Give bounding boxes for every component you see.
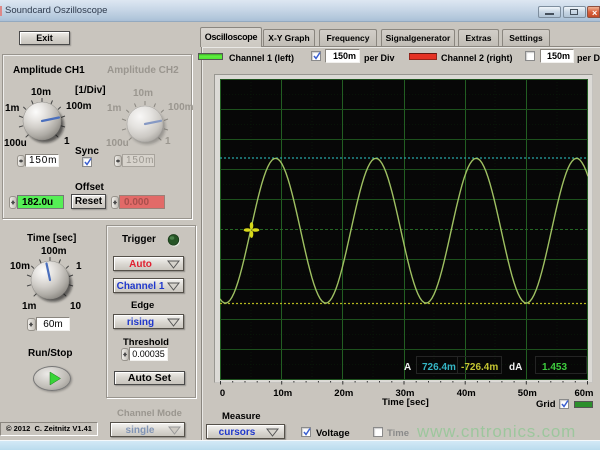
svg-text:A: A [404,362,411,373]
svg-text:50m: 50m [518,388,537,398]
svg-text:dA: dA [509,362,522,373]
svg-text:0: 0 [220,388,225,398]
svg-text:40m: 40m [457,388,476,398]
svg-text:60m: 60m [574,388,593,398]
svg-text:726.4m: 726.4m [422,362,456,373]
svg-text:20m: 20m [334,388,353,398]
svg-text:1.453: 1.453 [542,362,567,373]
svg-text:10m: 10m [273,388,292,398]
svg-text:-726.4m: -726.4m [461,362,498,373]
